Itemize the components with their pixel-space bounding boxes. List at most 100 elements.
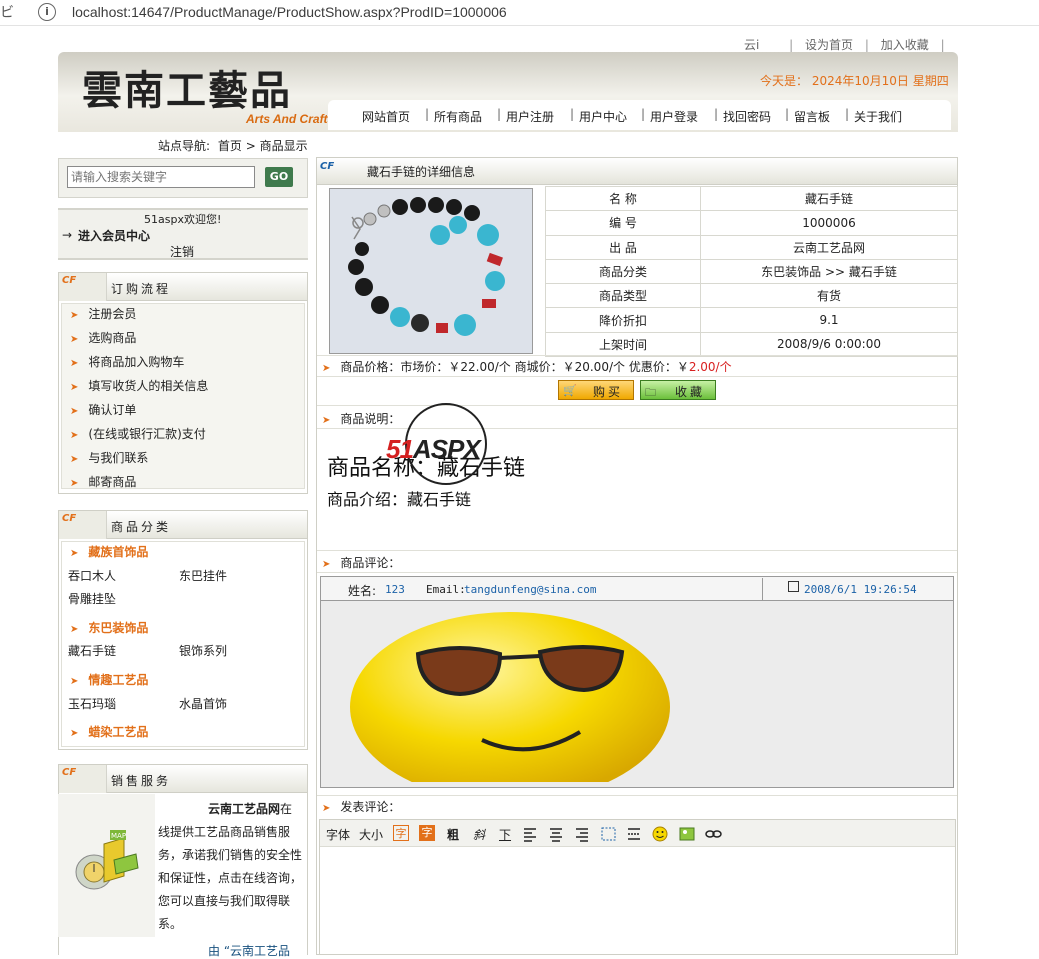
smiley-sunglasses-icon bbox=[350, 612, 670, 782]
flow-item[interactable]: ➤ 邮寄商品 bbox=[70, 473, 136, 490]
arrow-icon: ➤ bbox=[70, 728, 79, 739]
table-icon[interactable] bbox=[601, 827, 616, 841]
category-group-label: 情趣工艺品 bbox=[88, 673, 149, 687]
service-header: CF 销售服务 bbox=[59, 765, 307, 793]
category-item[interactable]: 银饰系列 bbox=[179, 642, 227, 659]
category-header: CF 商品分类 bbox=[59, 511, 307, 539]
nav-register[interactable]: 用户注册 bbox=[506, 108, 554, 125]
underline-button[interactable]: 下 bbox=[499, 826, 511, 843]
category-item[interactable]: 骨雕挂坠 bbox=[68, 590, 116, 607]
info-value: 9.1 bbox=[700, 307, 958, 333]
bg-color-button[interactable]: 字 bbox=[419, 825, 435, 841]
link-icon[interactable] bbox=[705, 830, 722, 838]
add-favorite-link[interactable]: 加入收藏 bbox=[881, 38, 929, 52]
italic-button[interactable]: 斜 bbox=[473, 826, 485, 843]
category-item[interactable]: 玉石玛瑙 bbox=[68, 695, 116, 712]
info-key: 商品类型 bbox=[545, 283, 701, 309]
url-field[interactable]: localhost:14647/ProductManage/ProductSho… bbox=[72, 4, 507, 20]
flow-item[interactable]: ➤ 确认订单 bbox=[70, 401, 136, 418]
post-comment-label-text: 发表评论： bbox=[340, 800, 401, 814]
category-group-head[interactable]: ➤ 藏族首饰品 bbox=[70, 543, 148, 560]
nav-home[interactable]: 网站首页 bbox=[362, 108, 410, 125]
cart-icon: 🛒 bbox=[563, 384, 580, 397]
info-key: 商品分类 bbox=[545, 258, 701, 285]
back-icon[interactable]: ビ bbox=[0, 2, 14, 22]
emoticon-icon[interactable] bbox=[652, 826, 668, 842]
flow-item[interactable]: ➤ 选购商品 bbox=[70, 329, 136, 346]
site-info-icon[interactable]: i bbox=[38, 3, 56, 21]
divider bbox=[317, 405, 957, 406]
favorite-button[interactable]: 🗀 收藏 bbox=[640, 380, 716, 400]
category-item[interactable]: 东巴挂件 bbox=[179, 567, 227, 584]
product-intro-desc: 商品介绍：藏石手链 bbox=[327, 490, 472, 509]
buy-button[interactable]: 🛒 购买 bbox=[558, 380, 634, 400]
category-item[interactable]: 藏石手链 bbox=[68, 642, 116, 659]
category-group-label: 藏族首饰品 bbox=[88, 545, 149, 559]
arrow-icon: ➤ bbox=[322, 415, 331, 426]
flow-item-label: 将商品加入购物车 bbox=[88, 355, 185, 369]
category-title: 商品分类 bbox=[111, 520, 172, 534]
top-user-label: 云i bbox=[744, 38, 760, 52]
list-icon[interactable] bbox=[628, 828, 640, 840]
bold-button[interactable]: 粗 bbox=[447, 826, 459, 843]
nav-sep: | bbox=[425, 107, 430, 121]
nav-guestbook[interactable]: 留言板 bbox=[794, 108, 830, 125]
divider bbox=[317, 550, 957, 551]
review-email[interactable]: tangdunfeng@sina.com bbox=[464, 583, 596, 596]
set-home-link[interactable]: 设为首页 bbox=[805, 38, 853, 52]
info-value: 藏石手链 bbox=[700, 185, 958, 212]
cf-tab: CF bbox=[59, 511, 107, 539]
flow-item[interactable]: ➤ (在线或银行汇款)支付 bbox=[70, 425, 206, 442]
nav-sep: | bbox=[845, 107, 850, 121]
watermark-logo: 51ASPX bbox=[386, 434, 481, 465]
service-link[interactable]: 由 “云南工艺品 bbox=[208, 942, 290, 959]
nav-login[interactable]: 用户登录 bbox=[650, 108, 698, 125]
flow-item[interactable]: ➤ 填写收货人的相关信息 bbox=[70, 377, 208, 394]
nav-recover-password[interactable]: 找回密码 bbox=[723, 108, 771, 125]
info-key: 上架时间 bbox=[545, 331, 701, 358]
arrow-icon: ➤ bbox=[70, 382, 79, 393]
category-item[interactable]: 吞口木人 bbox=[68, 567, 116, 584]
search-input[interactable] bbox=[67, 166, 255, 188]
table-row: 商品类型 有货 bbox=[545, 283, 958, 309]
divider bbox=[317, 355, 957, 356]
arrow-icon: ➤ bbox=[70, 334, 79, 345]
category-item[interactable]: 水晶首饰 bbox=[179, 695, 227, 712]
info-key: 降价折扣 bbox=[545, 307, 701, 333]
info-value: 有货 bbox=[700, 283, 958, 309]
font-size-select[interactable]: 大小 bbox=[359, 826, 383, 843]
text-color-button[interactable]: 字 bbox=[393, 825, 409, 841]
table-row: 编 号 1000006 bbox=[545, 210, 958, 236]
category-group-head[interactable]: ➤ 蜡染工艺品 bbox=[70, 723, 148, 740]
font-family-select[interactable]: 字体 bbox=[326, 826, 350, 843]
flow-item-label: 选购商品 bbox=[88, 331, 137, 345]
flow-item[interactable]: ➤ 将商品加入购物车 bbox=[70, 353, 184, 370]
review-time: 2008/6/1 19:26:54 bbox=[804, 583, 917, 596]
description-label: ➤ 商品说明： bbox=[322, 410, 400, 427]
align-left-icon[interactable] bbox=[524, 828, 536, 842]
nav-user-center[interactable]: 用户中心 bbox=[579, 108, 627, 125]
align-right-icon[interactable] bbox=[576, 828, 588, 842]
flow-item[interactable]: ➤ 注册会员 bbox=[70, 305, 136, 322]
breadcrumb-arrow: > bbox=[245, 139, 256, 153]
site-logo-subtitle: Arts And Crafts bbox=[246, 112, 335, 126]
search-go-button[interactable]: GO bbox=[265, 167, 293, 187]
cf-tab: CF bbox=[59, 273, 107, 301]
nav-about[interactable]: 关于我们 bbox=[854, 108, 902, 125]
info-key: 名 称 bbox=[545, 185, 701, 212]
bracelet-image bbox=[330, 189, 532, 353]
category-group-head[interactable]: ➤ 东巴装饰品 bbox=[70, 619, 148, 636]
align-center-icon[interactable] bbox=[550, 828, 562, 842]
review-name: 123 bbox=[385, 583, 405, 596]
flow-item-label: 邮寄商品 bbox=[88, 475, 137, 489]
logout-link[interactable]: 注销 bbox=[170, 243, 194, 260]
breadcrumb-home[interactable]: 首页 bbox=[218, 139, 242, 153]
info-key: 编 号 bbox=[545, 210, 701, 236]
table-row: 降价折扣 9.1 bbox=[545, 307, 958, 333]
flow-item-label: 注册会员 bbox=[88, 307, 137, 321]
flow-item[interactable]: ➤ 与我们联系 bbox=[70, 449, 148, 466]
image-icon[interactable] bbox=[679, 827, 695, 841]
category-group-head[interactable]: ➤ 情趣工艺品 bbox=[70, 671, 148, 688]
nav-all-products[interactable]: 所有商品 bbox=[434, 108, 482, 125]
member-center-link[interactable]: 进入会员中心 bbox=[78, 227, 150, 244]
